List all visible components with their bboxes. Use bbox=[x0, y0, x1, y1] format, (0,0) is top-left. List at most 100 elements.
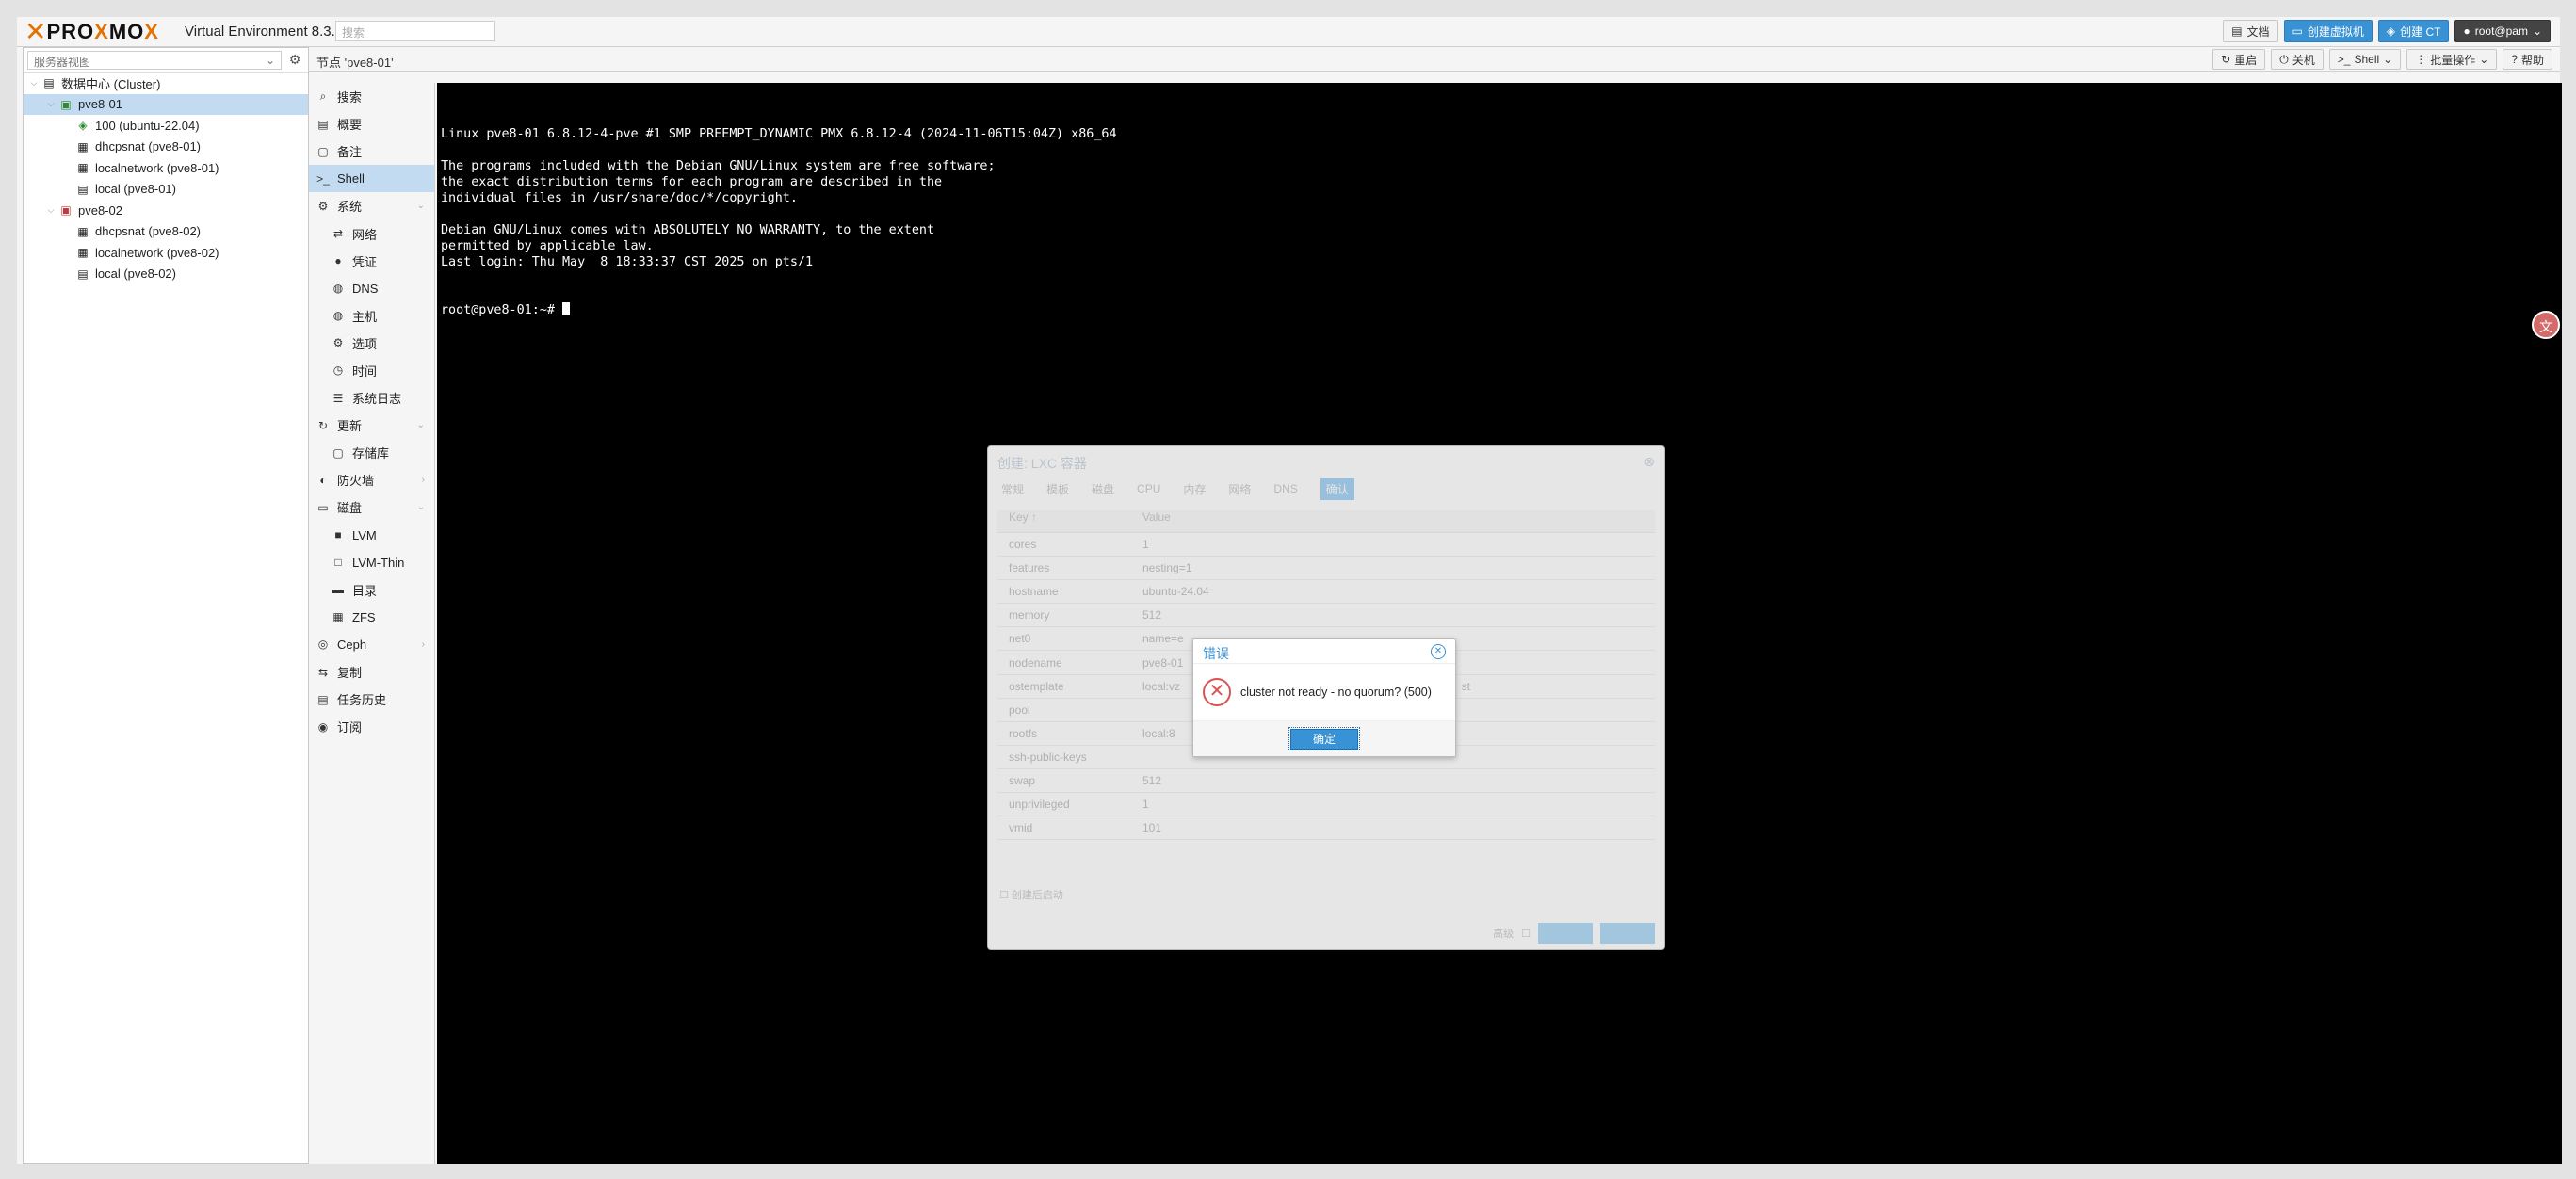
server-view-label: 服务器视图 bbox=[34, 55, 91, 69]
node-title: 节点 'pve8-01' bbox=[316, 56, 394, 70]
menu-item[interactable]: ▢ 存储库 bbox=[309, 439, 434, 466]
advanced-checkbox[interactable]: ☐ bbox=[1521, 928, 1531, 940]
menu-item[interactable]: ■ LVM bbox=[309, 522, 434, 549]
tree-item[interactable]: ◈ 100 (ubuntu-22.04) bbox=[24, 115, 308, 137]
menu-item[interactable]: ☰ 系统日志 bbox=[309, 384, 434, 412]
global-search-input[interactable]: 搜索 bbox=[335, 21, 495, 41]
menu-item[interactable]: ⚙ 选项 bbox=[309, 330, 434, 357]
menu-item[interactable]: ▤ 任务历史 bbox=[309, 686, 434, 713]
menu-item[interactable]: ⌕ 搜索 bbox=[309, 83, 434, 110]
lxc-tab[interactable]: 磁盘 bbox=[1092, 481, 1114, 497]
menu-item-label: 订阅 bbox=[337, 720, 363, 735]
lxc-tab[interactable]: 确认 bbox=[1320, 477, 1354, 500]
tree-item[interactable]: ⌵ ▤ 数据中心 (Cluster) bbox=[24, 73, 308, 94]
refresh-icon: ↻ bbox=[317, 418, 329, 432]
menu-item[interactable]: ◎ Ceph › bbox=[309, 631, 434, 658]
kv-row: vmid 101 bbox=[997, 816, 1655, 841]
ok-button[interactable]: 确定 bbox=[1288, 726, 1360, 751]
tree-item[interactable]: ▦ dhcpsnat (pve8-01) bbox=[24, 137, 308, 158]
lxc-tab[interactable]: 常规 bbox=[1001, 481, 1024, 497]
close-icon[interactable]: ✕ bbox=[1431, 644, 1446, 659]
tree-item-label: dhcpsnat (pve8-02) bbox=[95, 224, 202, 239]
kv-key: net0 bbox=[1009, 632, 1031, 646]
certificate-icon: ● bbox=[334, 254, 342, 268]
user-menu-button[interactable]: ● root@pam ⌄ bbox=[2454, 20, 2551, 42]
menu-item-label: Ceph bbox=[337, 637, 367, 652]
reboot-button[interactable]: ↻ 重启 bbox=[2212, 49, 2266, 70]
value-column-header[interactable]: Value bbox=[1139, 510, 1655, 532]
tree-item[interactable]: ⌵ ▣ pve8-01 bbox=[24, 93, 308, 115]
create-vm-button[interactable]: ▭ 创建虚拟机 bbox=[2283, 20, 2373, 42]
kv-value: 512 bbox=[1142, 773, 1162, 787]
menu-item[interactable]: ◍ DNS bbox=[309, 275, 434, 302]
menu-item[interactable]: ▦ ZFS bbox=[309, 604, 434, 631]
tree-item[interactable]: ▤ local (pve8-01) bbox=[24, 179, 308, 201]
lxc-tab[interactable]: 模板 bbox=[1046, 481, 1069, 497]
create-ct-button[interactable]: ◈ 创建 CT bbox=[2377, 20, 2450, 42]
bulk-actions-button[interactable]: ⋮ 批量操作 ⌄ bbox=[2406, 49, 2498, 70]
desktop-icon: ▭ bbox=[2292, 24, 2303, 38]
menu-item[interactable]: ▭ 磁盘 ⌄ bbox=[309, 493, 434, 521]
support-icon: ◉ bbox=[317, 719, 329, 734]
tree-item[interactable]: ▦ localnetwork (pve8-01) bbox=[24, 157, 308, 179]
expand-arrow-icon: ⌄ bbox=[416, 420, 425, 431]
menu-item-label: 存储库 bbox=[352, 446, 390, 461]
menu-item[interactable]: ◐ 防火墙 › bbox=[309, 466, 434, 493]
list-alt-icon: ▤ bbox=[317, 692, 329, 706]
menu-item-label: 凭证 bbox=[352, 254, 378, 269]
menu-item[interactable]: ● 凭证 bbox=[309, 248, 434, 275]
kv-key: ssh-public-keys bbox=[1009, 750, 1087, 764]
error-dialog: 错误 ✕ ✕ cluster not ready - no quorum? (5… bbox=[1192, 638, 1456, 757]
menu-item-label: Shell bbox=[337, 171, 365, 186]
help-button[interactable]: ? 帮助 bbox=[2503, 49, 2552, 70]
kv-value: 101 bbox=[1142, 821, 1162, 835]
tree-item[interactable]: ▦ dhcpsnat (pve8-02) bbox=[24, 221, 308, 243]
shell-button[interactable]: >_ Shell ⌄ bbox=[2328, 49, 2402, 70]
lxc-tab[interactable]: CPU bbox=[1137, 482, 1160, 495]
menu-item[interactable]: ◍ 主机 bbox=[309, 302, 434, 330]
menu-item[interactable]: ◷ 时间 bbox=[309, 357, 434, 384]
docs-button[interactable]: ▤ 文档 bbox=[2223, 20, 2278, 42]
menu-item-label: 概要 bbox=[337, 118, 363, 133]
power-icon: ⏻ bbox=[2279, 52, 2289, 66]
server-view-select[interactable]: 服务器视图 ⌄ bbox=[27, 50, 282, 70]
expand-arrow-icon: ⌄ bbox=[416, 201, 425, 212]
terminal-icon: >_ bbox=[316, 171, 330, 186]
tree-item[interactable]: ⌵ ▣ pve8-02 bbox=[24, 200, 308, 221]
kv-key: unprivileged bbox=[1009, 798, 1070, 812]
translate-icon[interactable]: 文 bbox=[2532, 311, 2560, 339]
menu-item[interactable]: ⇆ 复制 bbox=[309, 658, 434, 686]
menu-item[interactable]: ▢ 备注 bbox=[309, 137, 434, 165]
menu-item[interactable]: ↻ 更新 ⌄ bbox=[309, 412, 434, 439]
tree-item-label: pve8-02 bbox=[78, 202, 122, 218]
menu-item[interactable]: ▤ 概要 bbox=[309, 110, 434, 137]
start-after-created-checkbox[interactable]: ☐ 创建后启动 bbox=[999, 887, 1063, 902]
key-column-header[interactable]: Key ↑ bbox=[997, 510, 1139, 532]
expand-icon[interactable]: ⌵ bbox=[44, 99, 57, 109]
menu-item-label: 复制 bbox=[337, 666, 363, 681]
shell-prompt: root@pve8-01:~# bbox=[441, 303, 562, 317]
shutdown-button[interactable]: ⏻ 关机 bbox=[2271, 49, 2324, 70]
lxc-tab[interactable]: 网络 bbox=[1228, 481, 1251, 497]
close-icon[interactable]: ⊗ bbox=[1644, 454, 1655, 469]
back-button[interactable] bbox=[1538, 923, 1593, 944]
menu-item[interactable]: ▬ 目录 bbox=[309, 576, 434, 604]
ellipsis-icon: ⋮ bbox=[2415, 53, 2427, 66]
finish-button[interactable] bbox=[1600, 923, 1655, 944]
kv-value: ubuntu-24.04 bbox=[1142, 585, 1209, 599]
gear-icon[interactable]: ⚙ bbox=[285, 52, 304, 68]
menu-item[interactable]: ⚙ 系统 ⌄ bbox=[309, 192, 434, 219]
menu-item[interactable]: ⇄ 网络 bbox=[309, 219, 434, 247]
lxc-tab[interactable]: 内存 bbox=[1183, 481, 1206, 497]
menu-item[interactable]: □ LVM-Thin bbox=[309, 549, 434, 576]
expand-icon[interactable]: ⌵ bbox=[27, 78, 41, 89]
proxmox-logo[interactable]: ✕ PROXMOX bbox=[24, 19, 159, 45]
tree-item[interactable]: ▦ localnetwork (pve8-02) bbox=[24, 242, 308, 264]
menu-item[interactable]: ◉ 订阅 bbox=[309, 713, 434, 740]
kv-key: nodename bbox=[1009, 655, 1062, 670]
menu-item[interactable]: >_ Shell bbox=[309, 165, 434, 193]
lxc-tab[interactable]: DNS bbox=[1273, 482, 1297, 495]
tree-item[interactable]: ▤ local (pve8-02) bbox=[24, 264, 308, 285]
expand-icon[interactable]: ⌵ bbox=[44, 205, 57, 216]
tree-item-label: localnetwork (pve8-01) bbox=[95, 160, 219, 175]
